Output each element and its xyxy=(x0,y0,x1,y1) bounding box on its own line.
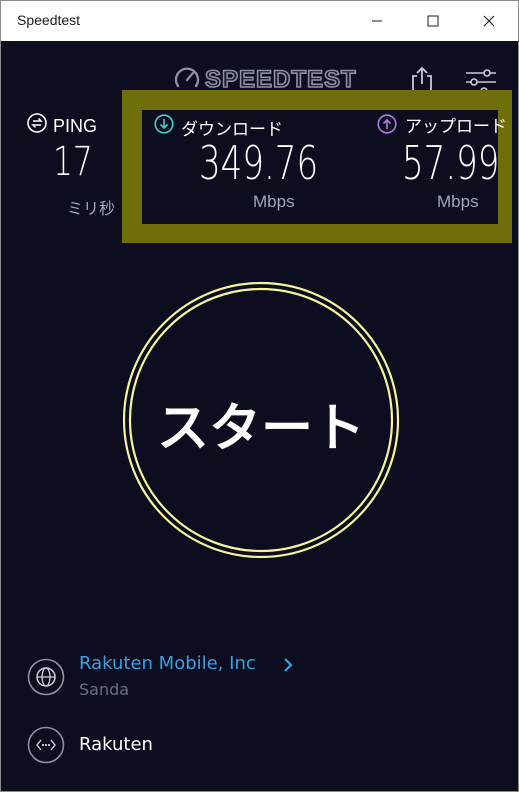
upload-value: 57.99 xyxy=(402,136,500,190)
maximize-button[interactable] xyxy=(405,1,461,41)
chevron-right-icon[interactable] xyxy=(283,658,293,672)
close-icon xyxy=(483,15,495,27)
server-row[interactable]: Rakuten xyxy=(27,725,507,765)
minimize-button[interactable] xyxy=(349,1,405,41)
minimize-icon xyxy=(372,20,382,22)
start-button[interactable]: スタート xyxy=(121,280,401,560)
ping-unit: ミリ秒 xyxy=(67,199,116,218)
ping-value: 17 xyxy=(53,139,93,185)
speedtest-app: SPEEDTEST PING 17 ミリ秒 ダウンロード 349.76 Mbps… xyxy=(1,41,518,791)
provider-row[interactable]: Rakuten Mobile, Inc Sanda xyxy=(27,653,507,703)
close-button[interactable] xyxy=(461,1,517,41)
start-button-label: スタート xyxy=(156,399,365,459)
upload-label: アップロード xyxy=(405,117,507,137)
server-dots-icon xyxy=(27,726,65,764)
upload-unit: Mbps xyxy=(437,192,479,211)
ping-icon xyxy=(27,113,47,133)
window-title: Speedtest xyxy=(17,12,81,28)
speedtest-window: Speedtest SPEEDTEST PING 17 ミリ秒 ダウンロード 3… xyxy=(0,0,519,792)
provider-location: Sanda xyxy=(79,680,130,699)
provider-name-link[interactable]: Rakuten Mobile, Inc xyxy=(79,653,256,674)
download-value: 349.76 xyxy=(199,136,319,190)
globe-icon xyxy=(27,658,65,696)
ping-label: PING xyxy=(53,116,98,136)
gauge-logo-icon xyxy=(174,67,200,88)
server-name: Rakuten xyxy=(79,734,153,755)
download-unit: Mbps xyxy=(253,192,295,211)
maximize-icon xyxy=(427,15,439,27)
ping-result: PING 17 ミリ秒 xyxy=(27,113,127,223)
title-bar: Speedtest xyxy=(1,1,518,41)
upload-arrow-icon xyxy=(377,114,397,134)
download-arrow-icon xyxy=(154,114,174,134)
